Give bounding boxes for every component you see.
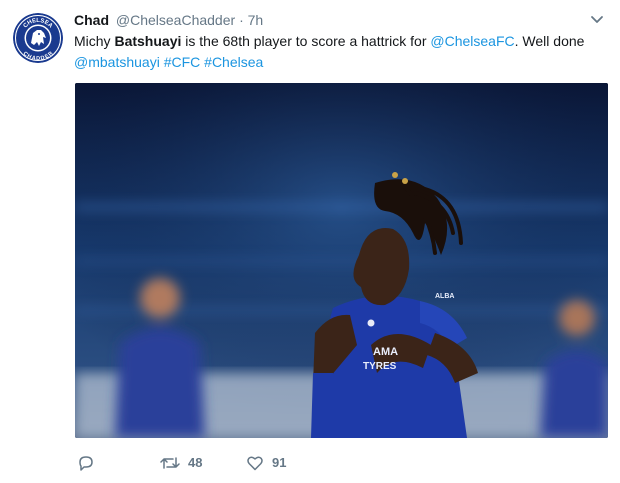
- batshuayi-celebration-photo: AMA TYRES ALBA: [75, 83, 608, 438]
- chevron-down-icon: [591, 16, 603, 23]
- sleeve-text: ALBA: [435, 293, 454, 300]
- like-button[interactable]: 91: [246, 452, 286, 474]
- tweet-text-bold: Batshuayi: [114, 33, 182, 49]
- avatar[interactable]: CHELSEA CHADDER: [13, 13, 63, 63]
- retweet-icon: [160, 457, 180, 469]
- shirt-text-2: TYRES: [363, 361, 397, 372]
- hashtag-link[interactable]: #CFC: [164, 54, 201, 70]
- author-handle[interactable]: @ChelseaChadder: [116, 12, 235, 28]
- separator-dot: ·: [239, 12, 244, 28]
- retweet-count: 48: [188, 455, 203, 470]
- tweet-text-segment: is the 68th player to score a hattrick f…: [181, 33, 431, 49]
- mention-link[interactable]: @mbatshuayi: [74, 54, 160, 70]
- like-count: 91: [272, 455, 287, 470]
- tweet: CHELSEA CHADDER Chad @ChelseaChadder · 7…: [0, 0, 620, 483]
- mention-link[interactable]: @ChelseaFC: [430, 33, 514, 49]
- author-name[interactable]: Chad: [74, 12, 109, 28]
- chelsea-chadder-logo-icon: CHELSEA CHADDER: [13, 13, 63, 63]
- reply-button[interactable]: [77, 452, 103, 474]
- tweet-timestamp[interactable]: 7h: [248, 12, 264, 28]
- tweet-photo[interactable]: AMA TYRES ALBA: [75, 83, 608, 438]
- reply-icon: [79, 456, 93, 471]
- tweet-header: Chad @ChelseaChadder · 7h: [74, 10, 263, 30]
- tweet-text-segment: Michy: [74, 33, 115, 49]
- tweet-text: Michy Batshuayi is the 68th player to sc…: [74, 31, 614, 73]
- shirt-text-1: AMA: [373, 346, 398, 358]
- tweet-menu-button[interactable]: [588, 13, 606, 27]
- retweet-button[interactable]: 48: [160, 452, 202, 474]
- heart-icon: [247, 456, 263, 471]
- tweet-text-segment: . Well done: [514, 33, 585, 49]
- hashtag-link[interactable]: #Chelsea: [204, 54, 263, 70]
